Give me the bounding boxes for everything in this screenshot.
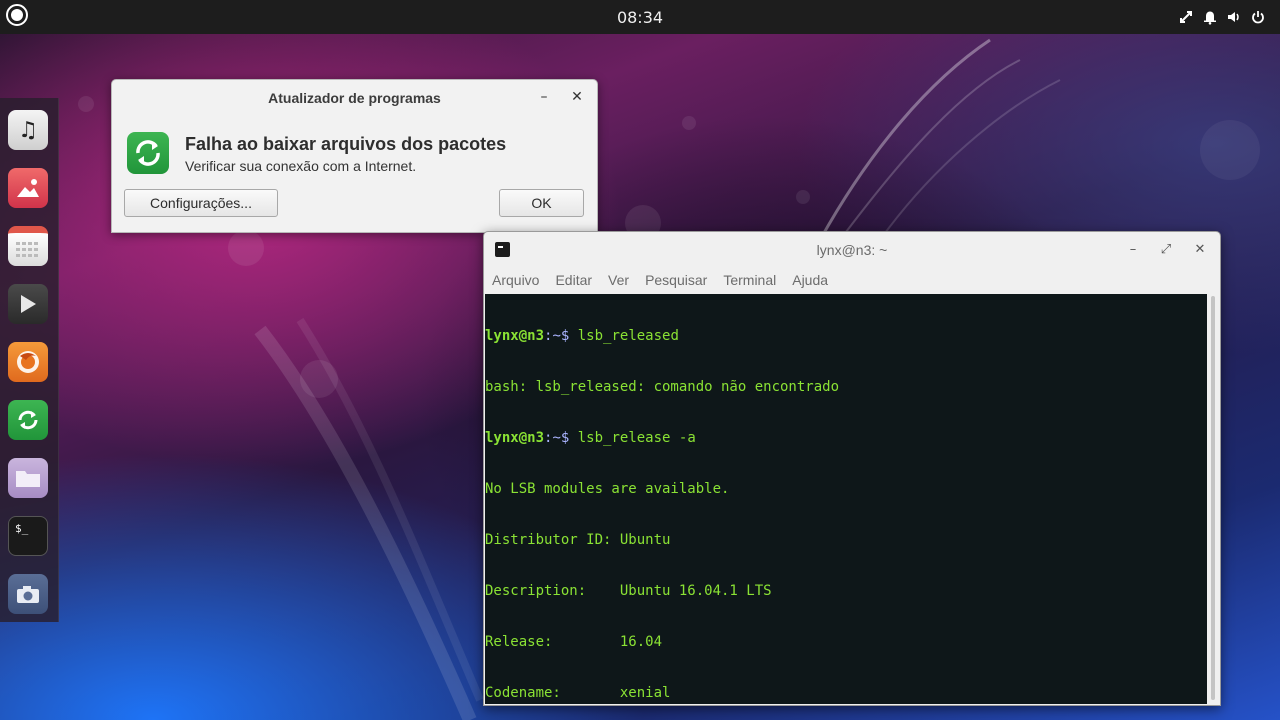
terminal-line: Description: Ubuntu 16.04.1 LTS [485, 583, 772, 599]
terminal-title: lynx@n3: ~ [816, 242, 888, 258]
firefox-icon[interactable] [8, 342, 48, 382]
command: lsb_release -a [569, 430, 696, 446]
calendar-icon[interactable] [8, 226, 48, 266]
menu-ajuda[interactable]: Ajuda [784, 268, 836, 294]
terminal-line: Codename: xenial [485, 685, 671, 701]
software-updater-icon[interactable] [8, 400, 48, 440]
launcher: ♫ $_ [0, 98, 59, 622]
image-icon[interactable] [8, 168, 48, 208]
prompt-user: lynx@n3 [485, 328, 545, 344]
error-message: Verificar sua conexão com a Internet. [185, 158, 417, 174]
terminal-menubar: Arquivo Editar Ver Pesquisar Terminal Aj… [484, 268, 1220, 294]
dialog-title: Atualizador de programas [268, 90, 441, 106]
menu-pesquisar[interactable]: Pesquisar [637, 268, 715, 294]
notification-bell-icon[interactable] [1202, 9, 1218, 25]
terminal-line: lynx@n3:~$ lsb_release -a [485, 430, 1207, 447]
software-updater-dialog: Atualizador de programas – ✕ Falha ao ba… [111, 79, 598, 233]
minimize-button[interactable]: – [536, 89, 552, 105]
menu-editar[interactable]: Editar [547, 268, 600, 294]
scrollbar-thumb[interactable] [1211, 296, 1215, 700]
terminal-line: bash: lsb_released: comando não encontra… [485, 379, 840, 395]
terminal-line: No LSB modules are available. [485, 481, 730, 497]
play-icon[interactable] [8, 284, 48, 324]
software-updater-icon [127, 132, 169, 174]
minimize-button[interactable]: – [1125, 242, 1141, 258]
prompt-path: :~$ [544, 328, 570, 344]
command: lsb_released [569, 328, 679, 344]
terminal-scrollbar[interactable] [1207, 294, 1219, 704]
clock[interactable]: 08:34 [0, 8, 1280, 27]
maximize-button[interactable]: ⤢ [1158, 242, 1174, 258]
ok-button[interactable]: OK [499, 189, 584, 217]
menu-arquivo[interactable]: Arquivo [484, 268, 547, 294]
camera-icon[interactable] [8, 574, 48, 614]
menu-terminal[interactable]: Terminal [715, 268, 784, 294]
folder-icon[interactable] [8, 458, 48, 498]
volume-icon[interactable] [1226, 9, 1242, 25]
terminal-output[interactable]: lynx@n3:~$ lsb_released bash: lsb_releas… [485, 294, 1207, 704]
terminal-line: Distributor ID: Ubuntu [485, 532, 671, 548]
terminal-window: lynx@n3: ~ – ⤢ ✕ Arquivo Editar Ver Pesq… [483, 231, 1221, 706]
prompt-path: :~$ [544, 430, 570, 446]
close-button[interactable]: ✕ [1192, 242, 1208, 258]
close-button[interactable]: ✕ [569, 89, 585, 105]
music-note-icon[interactable]: ♫ [8, 110, 48, 150]
terminal-line: lynx@n3:~$ lsb_released [485, 328, 1207, 345]
top-panel: 08:34 [0, 0, 1280, 34]
terminal-line: Release: 16.04 [485, 634, 663, 650]
system-tray [1178, 9, 1266, 25]
settings-button[interactable]: Configurações... [124, 189, 278, 217]
prompt-user: lynx@n3 [485, 430, 545, 446]
power-icon[interactable] [1250, 9, 1266, 25]
menu-ver[interactable]: Ver [600, 268, 637, 294]
error-heading: Falha ao baixar arquivos dos pacotes [185, 134, 507, 154]
terminal-icon[interactable]: $_ [8, 516, 48, 556]
network-icon[interactable] [1178, 9, 1194, 25]
